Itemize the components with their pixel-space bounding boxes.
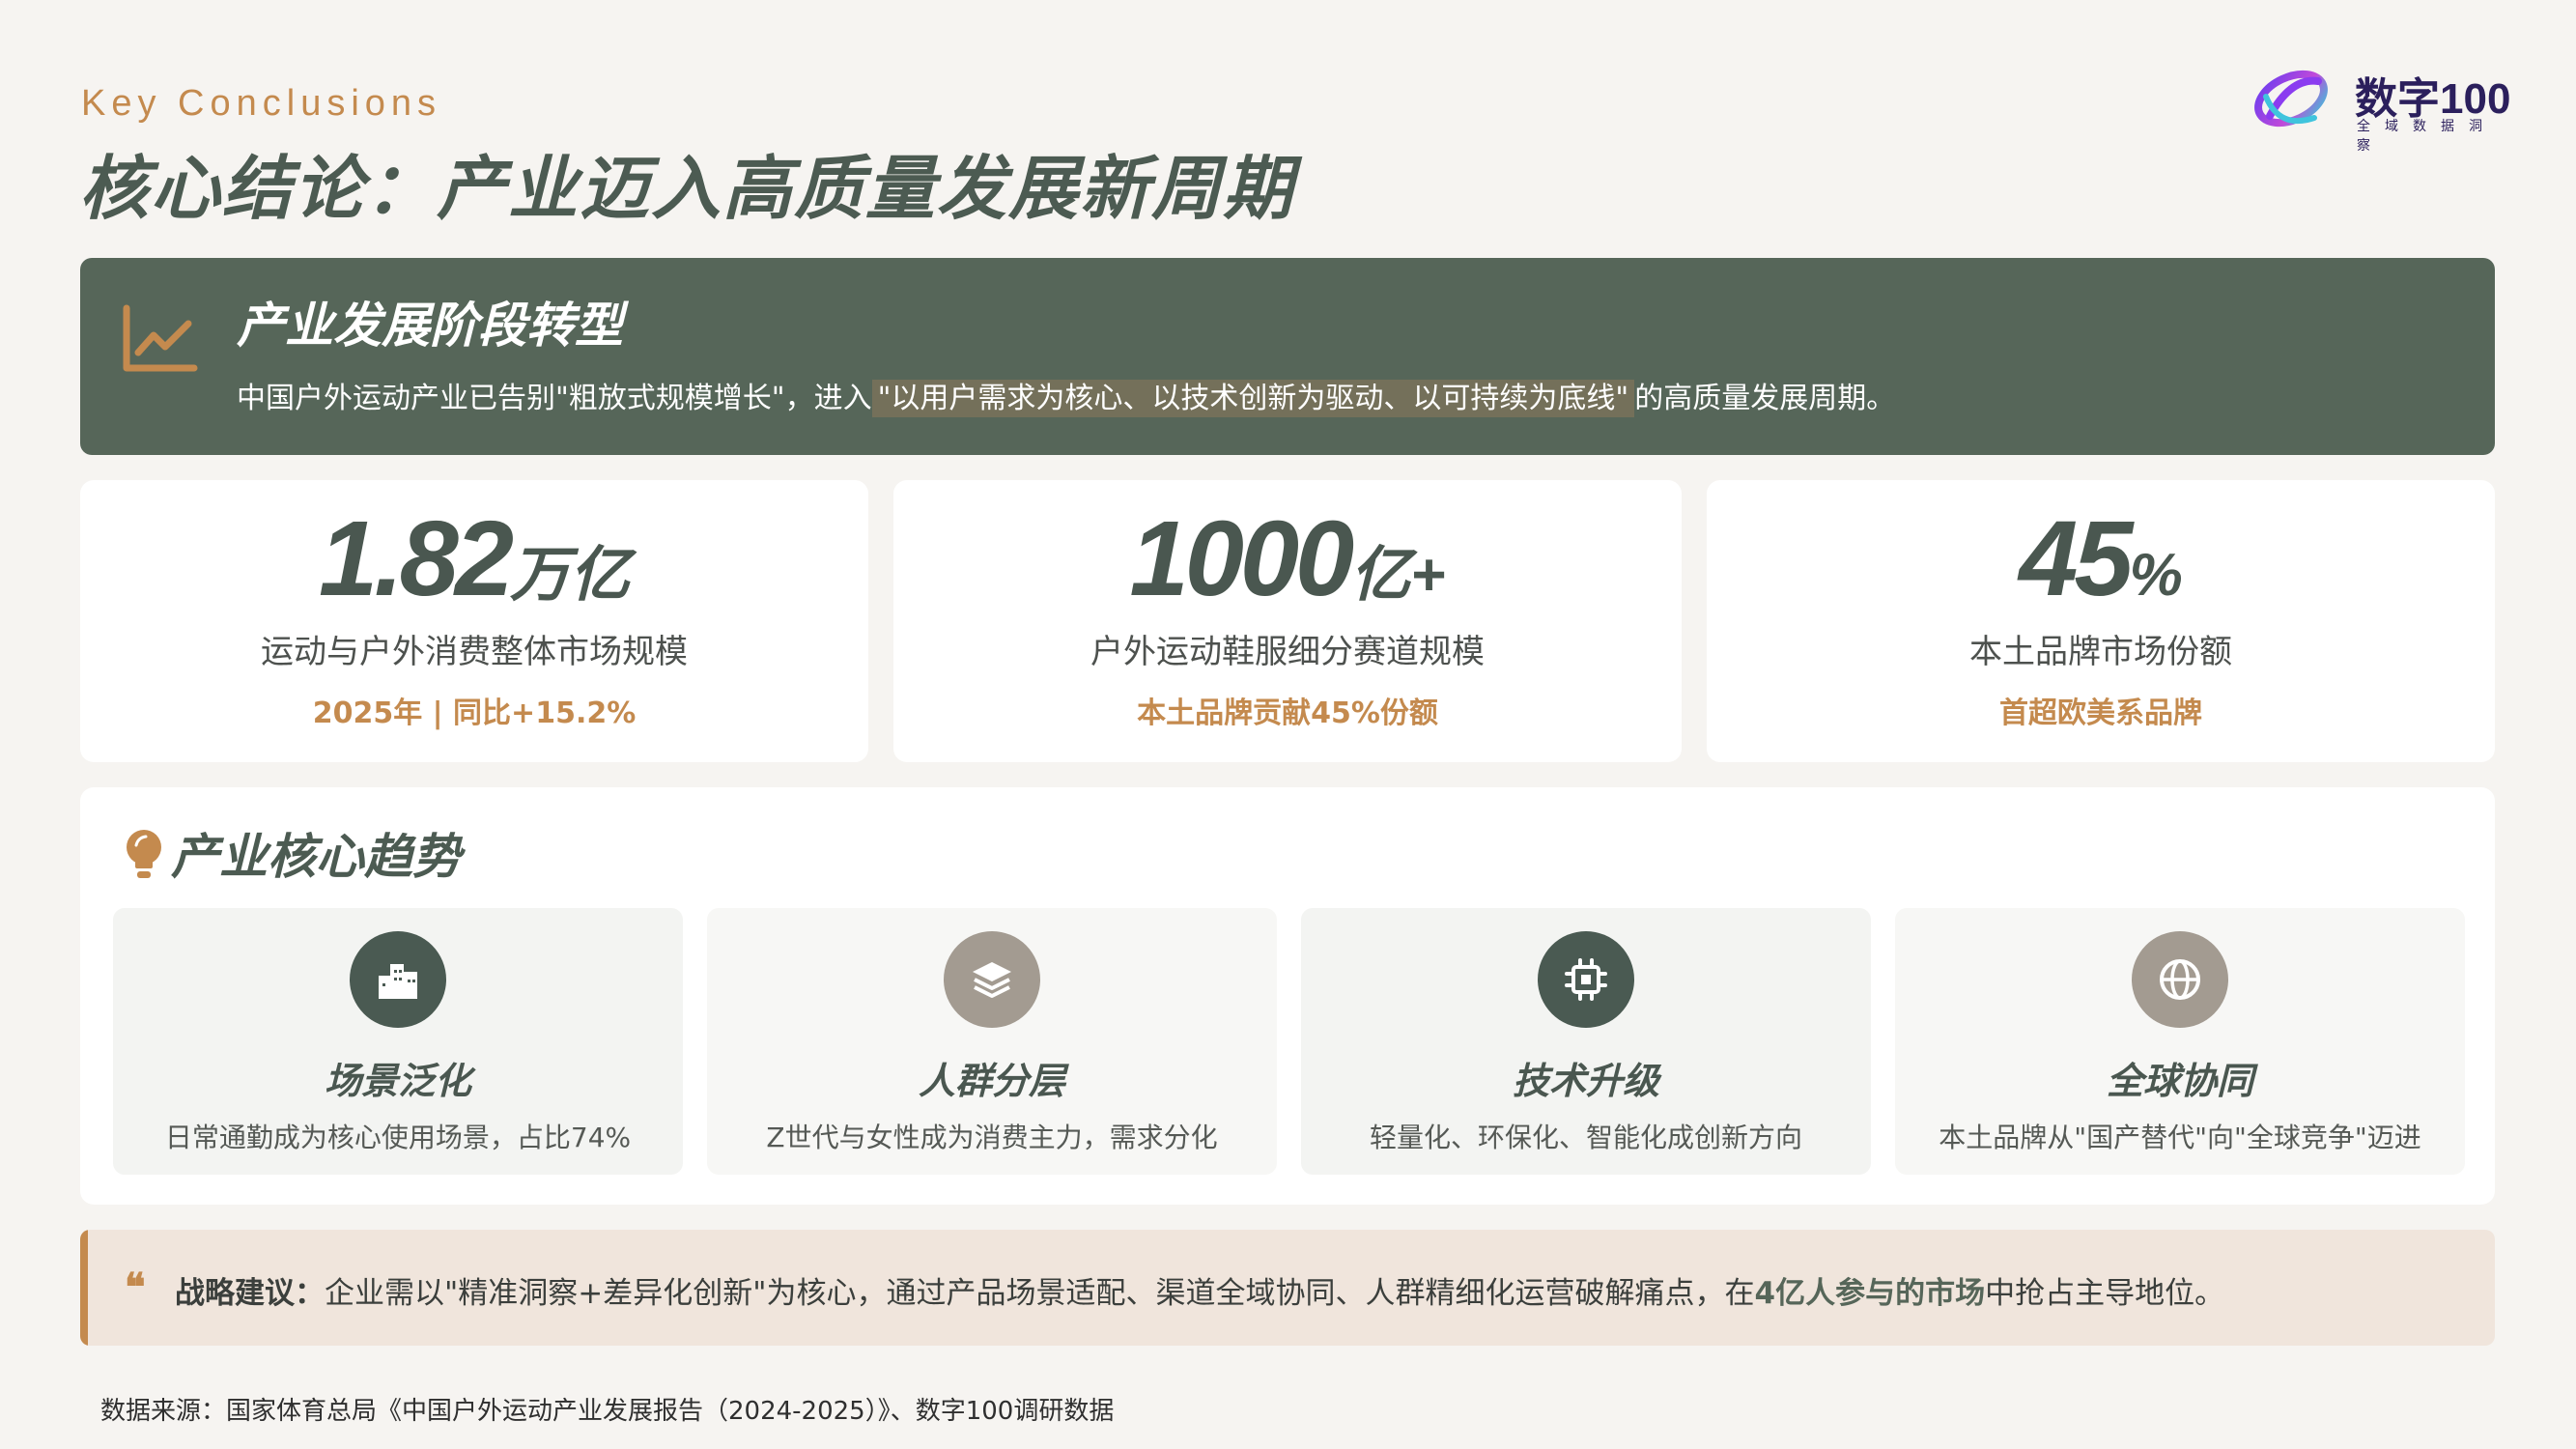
- stat-card-apparel-segment: 1000亿+ 户外运动鞋服细分赛道规模 本土品牌贡献45%份额: [893, 480, 1682, 762]
- trend-icon-badge: [1538, 931, 1634, 1028]
- trend-title: 人群分层: [918, 1060, 1065, 1102]
- recommendation-label: 战略建议：: [175, 1276, 325, 1311]
- chip-icon: [1565, 958, 1607, 1001]
- trend-line-chart-icon: [123, 304, 198, 372]
- recommendation-text: 战略建议：企业需以"精准洞察+差异化创新"为核心，通过产品场景适配、渠道全域协同…: [175, 1268, 2224, 1312]
- trend-card-technology: 技术升级 轻量化、环保化、智能化成创新方向: [1301, 908, 1871, 1175]
- trend-icon-badge: [350, 931, 446, 1028]
- globe-icon: [2160, 959, 2200, 1000]
- trend-title: 技术升级: [1512, 1060, 1659, 1102]
- trend-icon-badge: [2132, 931, 2228, 1028]
- banner-title: 产业发展阶段转型: [237, 298, 623, 354]
- stat-note: 首超欧美系品牌: [1999, 696, 2202, 730]
- layers-icon: [973, 962, 1011, 998]
- stat-unit: %: [2129, 542, 2183, 609]
- trend-card-global: 全球协同 本土品牌从"国产替代"向"全球竞争"迈进: [1895, 908, 2465, 1175]
- trend-description: 日常通勤成为核心使用场景，占比74%: [164, 1122, 632, 1153]
- trend-card-scenario: 场景泛化 日常通勤成为核心使用场景，占比74%: [113, 908, 683, 1175]
- banner-text-before: 中国户外运动产业已告别"粗放式规模增长"，进入: [237, 382, 872, 415]
- stat-unit: 万亿: [510, 542, 631, 609]
- stat-card-market-size: 1.82万亿 运动与户外消费整体市场规模 2025年 | 同比+15.2%: [80, 480, 868, 762]
- data-source-footnote: 数据来源：国家体育总局《中国户外运动产业发展报告（2024-2025）》、数字1…: [100, 1397, 1115, 1426]
- banner-description: 中国户外运动产业已告别"粗放式规模增长"，进入 "以用户需求为核心、以技术创新为驱…: [237, 374, 1896, 417]
- trend-title: 全球协同: [2106, 1060, 2253, 1102]
- recommendation-highlight: 4亿人参与的市场: [1754, 1276, 1986, 1311]
- core-trends-panel: 产业核心趋势 场景泛化 日常通勤成为核心使用场景，占比74% 人群分层 Z世代与…: [80, 787, 2495, 1205]
- lightbulb-icon: [127, 830, 161, 878]
- banner-text-after: 的高质量发展周期。: [1634, 382, 1896, 415]
- stat-value: 45%: [1707, 497, 2495, 620]
- trend-icon-badge: [944, 931, 1040, 1028]
- trends-heading: 产业核心趋势: [171, 829, 461, 885]
- trend-description: Z世代与女性成为消费主力，需求分化: [766, 1122, 1218, 1153]
- strategy-recommendation: ❝ 战略建议：企业需以"精准洞察+差异化创新"为核心，通过产品场景适配、渠道全域…: [80, 1230, 2495, 1346]
- recommendation-body-after: 中抢占主导地位。: [1985, 1276, 2225, 1311]
- stat-number: 1.82: [318, 499, 514, 618]
- stat-note: 本土品牌贡献45%份额: [1137, 696, 1438, 730]
- stat-label: 本土品牌市场份额: [1969, 633, 2232, 671]
- stat-number: 1000: [1129, 499, 1355, 618]
- page-title: 核心结论：产业迈入高质量发展新周期: [79, 148, 1295, 229]
- trend-description: 轻量化、环保化、智能化成创新方向: [1369, 1122, 1802, 1153]
- stat-label: 户外运动鞋服细分赛道规模: [1090, 633, 1485, 671]
- brand-logo: 数字100 全域数据洞察: [2250, 58, 2521, 154]
- logo-tagline: 全域数据洞察: [2357, 119, 2497, 154]
- stat-label: 运动与户外消费整体市场规模: [261, 633, 688, 671]
- trend-title: 场景泛化: [324, 1060, 471, 1102]
- accent-bar: [80, 1230, 88, 1346]
- stat-value: 1.82万亿: [80, 497, 868, 620]
- stat-note: 2025年 | 同比+15.2%: [312, 696, 637, 730]
- logo-mark-icon: [2254, 70, 2328, 128]
- stage-transition-banner: 产业发展阶段转型 中国户外运动产业已告别"粗放式规模增长"，进入 "以用户需求为核…: [80, 258, 2495, 455]
- city-buildings-icon: [379, 964, 417, 999]
- stat-unit: 亿+: [1350, 542, 1446, 609]
- stat-value: 1000亿+: [893, 497, 1682, 620]
- trend-card-segmentation: 人群分层 Z世代与女性成为消费主力，需求分化: [707, 908, 1277, 1175]
- section-eyebrow: Key Conclusions: [81, 83, 442, 124]
- stat-number: 45: [2019, 499, 2133, 618]
- banner-text-highlight: "以用户需求为核心、以技术创新为驱动、以可持续为底线": [871, 380, 1635, 417]
- recommendation-body-before: 企业需以"精准洞察+差异化创新"为核心，通过产品场景适配、渠道全域协同、人群精细…: [325, 1276, 1755, 1311]
- trend-description: 本土品牌从"国产替代"向"全球竞争"迈进: [1939, 1122, 2421, 1153]
- stat-card-domestic-share: 45% 本土品牌市场份额 首超欧美系品牌: [1707, 480, 2495, 762]
- quote-icon: ❝: [125, 1264, 146, 1310]
